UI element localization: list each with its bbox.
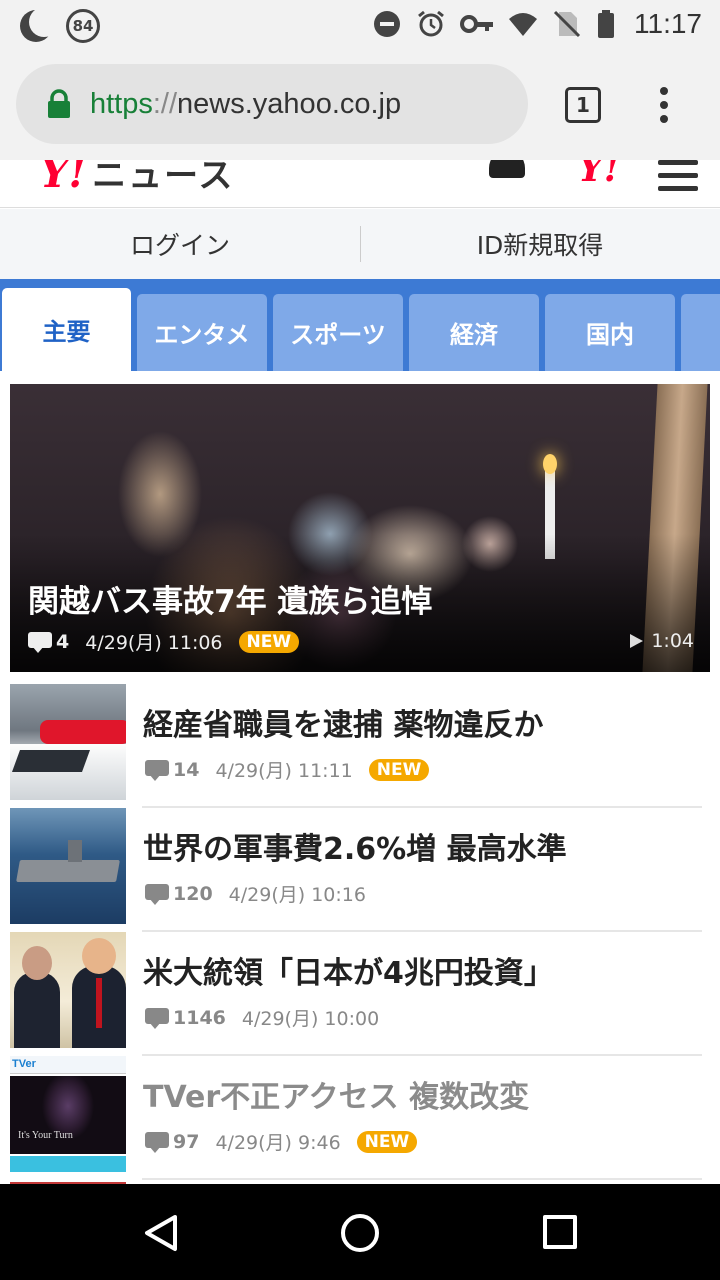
yahoo-news-logo[interactable]: Y! ニュース (40, 160, 234, 197)
alarm-icon (418, 10, 444, 37)
bell-icon[interactable] (485, 160, 529, 186)
comment-icon (145, 759, 169, 781)
hamburger-menu-icon[interactable] (658, 160, 698, 199)
account-bar: ログイン ID新規取得 (0, 209, 720, 279)
play-icon (630, 634, 644, 648)
system-nav-bar (0, 1184, 720, 1280)
news-meta: 120 4/29(月) 10:16 (145, 880, 366, 907)
tab-switcher-button[interactable]: 1 (565, 87, 601, 123)
login-link[interactable]: ログイン (0, 226, 360, 262)
overflow-menu-icon[interactable] (658, 87, 670, 127)
comment-count: 14 (173, 758, 200, 781)
tab-sports[interactable]: スポーツ (273, 294, 403, 371)
thumbnail-caption: It's Your Turn (18, 1130, 73, 1141)
new-badge: NEW (368, 758, 430, 781)
comment-count: 1146 (173, 1006, 226, 1029)
url-text: https://news.yahoo.co.jp (90, 88, 401, 121)
lock-icon (48, 89, 70, 118)
news-item[interactable]: 経産省職員を逮捕 薬物違反か 14 4/29(月) 11:11 NEW (0, 684, 720, 808)
do-not-disturb-icon (374, 11, 400, 37)
news-headline: TVer不正アクセス 複数改変 (143, 1080, 530, 1115)
url-host: news.yahoo.co.jp (177, 87, 402, 120)
news-headline: 世界の軍事費2.6%増 最高水準 (143, 832, 567, 867)
new-badge: NEW (238, 630, 300, 653)
battery-icon (598, 10, 614, 38)
status-bar: 84 11:17 (0, 0, 720, 50)
account-divider (360, 226, 361, 262)
yahoo-top-icon[interactable]: Y! (578, 160, 620, 190)
comment-icon (145, 1007, 169, 1029)
key-icon (460, 15, 493, 33)
divider (142, 1178, 702, 1180)
tver-logo: TVer (12, 1058, 36, 1070)
site-header: Y! ニュース Y! (0, 160, 720, 208)
news-thumbnail (10, 932, 126, 1048)
notification-count-badge: 84 (66, 9, 100, 43)
wifi-icon (509, 13, 537, 36)
hero-article[interactable]: 関越バス事故7年 遺族ら追悼 4 4/29(月) 11:06 NEW 1:04 (10, 384, 710, 672)
comment-icon (145, 883, 169, 905)
category-tabs: 主要 エンタメ スポーツ 経済 国内 (0, 279, 720, 371)
browser-toolbar: https://news.yahoo.co.jp 1 (0, 50, 720, 160)
back-icon[interactable] (143, 1214, 179, 1252)
tab-main[interactable]: 主要 (2, 288, 131, 371)
signup-link[interactable]: ID新規取得 (360, 226, 720, 262)
comment-count: 4 (56, 630, 70, 653)
news-meta: 14 4/29(月) 11:11 NEW (145, 756, 430, 783)
hero-meta: 4 4/29(月) 11:06 NEW (28, 628, 300, 655)
url-separator: :// (152, 87, 178, 120)
url-bar[interactable]: https://news.yahoo.co.jp (16, 64, 528, 144)
tab-next-partial[interactable] (681, 294, 720, 371)
home-icon[interactable] (341, 1214, 379, 1252)
news-item[interactable]: TVer It's Your Turn TVer不正アクセス 複数改変 97 4… (0, 1056, 720, 1180)
comment-icon (145, 1131, 169, 1153)
url-scheme: https (90, 87, 153, 120)
news-meta: 1146 4/29(月) 10:00 (145, 1004, 379, 1031)
news-thumbnail (10, 684, 126, 800)
news-item[interactable]: 世界の軍事費2.6%増 最高水準 120 4/29(月) 10:16 (0, 808, 720, 932)
news-meta: 97 4/29(月) 9:46 NEW (145, 1128, 418, 1155)
comment-count: 120 (173, 882, 213, 905)
no-sim-icon (553, 10, 581, 38)
comment-count: 97 (173, 1130, 200, 1153)
tab-economy[interactable]: 経済 (409, 294, 539, 371)
tab-domestic[interactable]: 国内 (545, 294, 675, 371)
comment-icon (28, 631, 52, 653)
new-badge: NEW (356, 1130, 418, 1153)
timestamp: 4/29(月) 9:46 (215, 1132, 341, 1154)
timestamp: 4/29(月) 10:16 (228, 884, 366, 906)
timestamp: 4/29(月) 11:06 (85, 632, 223, 654)
timestamp: 4/29(月) 11:11 (215, 760, 353, 782)
news-item[interactable]: 米大統領「日本が4兆円投資」 1146 4/29(月) 10:00 (0, 932, 720, 1056)
news-thumbnail: TVer It's Your Turn (10, 1056, 126, 1172)
hero-image-flame (543, 454, 557, 474)
clock: 11:17 (634, 8, 702, 39)
recent-apps-icon[interactable] (543, 1215, 577, 1249)
moon-icon (20, 7, 59, 42)
video-duration: 1:04 (630, 630, 694, 652)
logo-mark: Y! (40, 160, 87, 197)
timestamp: 4/29(月) 10:00 (241, 1008, 380, 1030)
news-thumbnail (10, 808, 126, 924)
logo-suffix: ニュース (92, 160, 235, 196)
duration-text: 1:04 (651, 630, 694, 652)
hero-headline: 関越バス事故7年 遺族ら追悼 (28, 584, 433, 620)
news-headline: 経産省職員を逮捕 薬物違反か (143, 708, 544, 743)
news-headline: 米大統領「日本が4兆円投資」 (143, 956, 554, 991)
tab-entertainment[interactable]: エンタメ (137, 294, 267, 371)
